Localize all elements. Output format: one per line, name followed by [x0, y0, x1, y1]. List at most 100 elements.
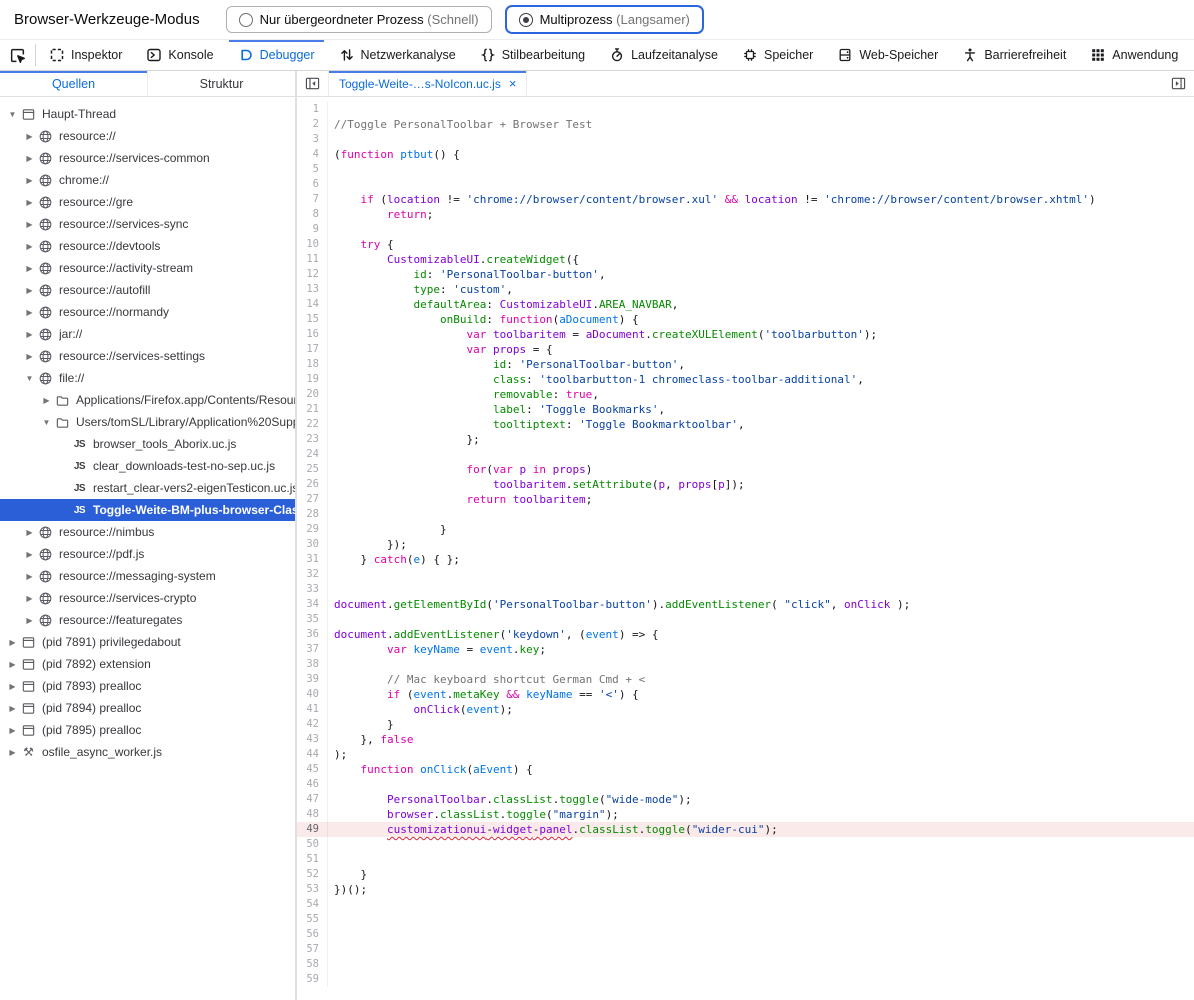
- line-number[interactable]: 47: [297, 792, 328, 807]
- line-number[interactable]: 25: [297, 462, 328, 477]
- code-line[interactable]: 31 } catch(e) { };: [297, 552, 1194, 567]
- line-number[interactable]: 44: [297, 747, 328, 762]
- chevron-down-icon[interactable]: ▼: [23, 374, 36, 383]
- line-number[interactable]: 27: [297, 492, 328, 507]
- code-line[interactable]: 29 }: [297, 522, 1194, 537]
- source-tree-item[interactable]: JSrestart_clear-vers2-eigenTesticon.uc.j…: [0, 477, 295, 499]
- radio-icon[interactable]: [239, 13, 253, 27]
- code-line[interactable]: 23 };: [297, 432, 1194, 447]
- code-line[interactable]: 5: [297, 162, 1194, 177]
- source-tree-item[interactable]: ▶resource://normandy: [0, 301, 295, 323]
- source-tree-item[interactable]: ▶resource://messaging-system: [0, 565, 295, 587]
- line-number[interactable]: 54: [297, 897, 328, 912]
- source-tree-item[interactable]: ▼Haupt-Thread: [0, 103, 295, 125]
- code-line[interactable]: 53})();: [297, 882, 1194, 897]
- line-number[interactable]: 1: [297, 102, 328, 117]
- source-tree-item[interactable]: ▶resource://gre: [0, 191, 295, 213]
- line-number[interactable]: 14: [297, 297, 328, 312]
- line-number[interactable]: 29: [297, 522, 328, 537]
- code-line[interactable]: 12 id: 'PersonalToolbar-button',: [297, 267, 1194, 282]
- tab-accessibility[interactable]: Barrierefreiheit: [953, 40, 1075, 70]
- line-number[interactable]: 2: [297, 117, 328, 132]
- source-tree-item[interactable]: ▶chrome://: [0, 169, 295, 191]
- line-number[interactable]: 22: [297, 417, 328, 432]
- code-line[interactable]: 13 type: 'custom',: [297, 282, 1194, 297]
- code-line[interactable]: 55: [297, 912, 1194, 927]
- code-line[interactable]: 34document.getElementById('PersonalToolb…: [297, 597, 1194, 612]
- source-tree-item[interactable]: JSToggle-Weite-BM-plus-browser-Class-N: [0, 499, 295, 521]
- chevron-right-icon[interactable]: ▶: [23, 572, 36, 581]
- code-line[interactable]: 2//Toggle PersonalToolbar + Browser Test: [297, 117, 1194, 132]
- chevron-right-icon[interactable]: ▶: [23, 132, 36, 141]
- highlighted-code-line[interactable]: 49 customizationui-widget-panel.classLis…: [297, 822, 1194, 837]
- source-tree-item[interactable]: ▶(pid 7892) extension: [0, 653, 295, 675]
- chevron-right-icon[interactable]: ▶: [6, 704, 19, 713]
- chevron-right-icon[interactable]: ▶: [23, 264, 36, 273]
- code-line[interactable]: 19 class: 'toolbarbutton-1 chromeclass-t…: [297, 372, 1194, 387]
- line-number[interactable]: 4: [297, 147, 328, 162]
- line-number[interactable]: 51: [297, 852, 328, 867]
- source-tree-item[interactable]: ▶resource://services-sync: [0, 213, 295, 235]
- code-line[interactable]: 47 PersonalToolbar.classList.toggle("wid…: [297, 792, 1194, 807]
- code-line[interactable]: 33: [297, 582, 1194, 597]
- code-line[interactable]: 44);: [297, 747, 1194, 762]
- code-line[interactable]: 50: [297, 837, 1194, 852]
- source-tree-item[interactable]: ▶resource://services-common: [0, 147, 295, 169]
- chevron-right-icon[interactable]: ▶: [23, 594, 36, 603]
- line-number[interactable]: 41: [297, 702, 328, 717]
- panel-tab-quellen[interactable]: Quellen: [0, 71, 147, 96]
- line-number[interactable]: 24: [297, 447, 328, 462]
- line-number[interactable]: 31: [297, 552, 328, 567]
- line-number[interactable]: 57: [297, 942, 328, 957]
- tab-style[interactable]: Stilbearbeitung: [471, 40, 594, 70]
- chevron-right-icon[interactable]: ▶: [23, 198, 36, 207]
- chevron-down-icon[interactable]: ▼: [6, 110, 19, 119]
- chevron-right-icon[interactable]: ▶: [23, 308, 36, 317]
- source-tree-item[interactable]: ▶resource://featuregates: [0, 609, 295, 631]
- code-line[interactable]: 59: [297, 972, 1194, 987]
- line-number[interactable]: 45: [297, 762, 328, 777]
- code-line[interactable]: 35: [297, 612, 1194, 627]
- code-line[interactable]: 26 toolbaritem.setAttribute(p, props[p])…: [297, 477, 1194, 492]
- code-line[interactable]: 30 });: [297, 537, 1194, 552]
- line-number[interactable]: 16: [297, 327, 328, 342]
- chevron-right-icon[interactable]: ▶: [23, 330, 36, 339]
- line-number[interactable]: 19: [297, 372, 328, 387]
- tab-performance[interactable]: Laufzeitanalyse: [600, 40, 727, 70]
- chevron-right-icon[interactable]: ▶: [23, 176, 36, 185]
- line-number[interactable]: 30: [297, 537, 328, 552]
- code-line[interactable]: 4(function ptbut() {: [297, 147, 1194, 162]
- line-number[interactable]: 6: [297, 177, 328, 192]
- line-number[interactable]: 20: [297, 387, 328, 402]
- source-tree-item[interactable]: ▶(pid 7894) prealloc: [0, 697, 295, 719]
- code-line[interactable]: 17 var props = {: [297, 342, 1194, 357]
- line-number[interactable]: 48: [297, 807, 328, 822]
- line-number[interactable]: 5: [297, 162, 328, 177]
- chevron-right-icon[interactable]: ▶: [40, 396, 53, 405]
- code-line[interactable]: 27 return toolbaritem;: [297, 492, 1194, 507]
- code-line[interactable]: 42 }: [297, 717, 1194, 732]
- line-number[interactable]: 21: [297, 402, 328, 417]
- source-tree-item[interactable]: ▶resource://devtools: [0, 235, 295, 257]
- code-line[interactable]: 20 removable: true,: [297, 387, 1194, 402]
- line-number[interactable]: 35: [297, 612, 328, 627]
- code-line[interactable]: 3: [297, 132, 1194, 147]
- source-tree-item[interactable]: ▶resource://nimbus: [0, 521, 295, 543]
- file-tab[interactable]: Toggle-Weite-…s-NoIcon.uc.js ×: [328, 71, 527, 96]
- chevron-right-icon[interactable]: ▶: [23, 352, 36, 361]
- code-line[interactable]: 58: [297, 957, 1194, 972]
- line-number[interactable]: 50: [297, 837, 328, 852]
- line-number[interactable]: 49: [297, 822, 328, 837]
- tab-memory[interactable]: Speicher: [733, 40, 822, 70]
- mode-option-multiprocess[interactable]: Multiprozess (Langsamer): [506, 6, 703, 33]
- line-number[interactable]: 53: [297, 882, 328, 897]
- line-number[interactable]: 55: [297, 912, 328, 927]
- code-line[interactable]: 10 try {: [297, 237, 1194, 252]
- tab-inspector[interactable]: Inspektor: [40, 40, 131, 70]
- code-line[interactable]: 39 // Mac keyboard shortcut German Cmd +…: [297, 672, 1194, 687]
- line-number[interactable]: 33: [297, 582, 328, 597]
- pick-element-button[interactable]: [0, 40, 34, 70]
- code-line[interactable]: 46: [297, 777, 1194, 792]
- tab-debugger[interactable]: Debugger: [229, 40, 324, 70]
- code-line[interactable]: 14 defaultArea: CustomizableUI.AREA_NAVB…: [297, 297, 1194, 312]
